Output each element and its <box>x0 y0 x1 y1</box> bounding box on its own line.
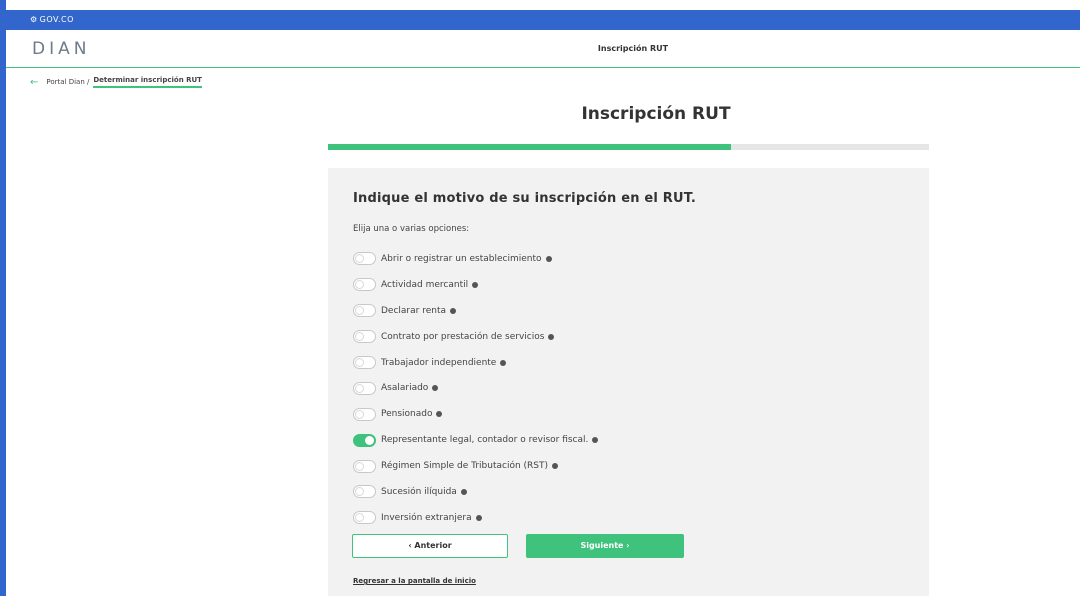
option-label: Inversión extranjera <box>381 512 472 523</box>
option-item[interactable]: Contrato por prestación de servicios <box>353 324 598 350</box>
toggle-knob <box>355 513 364 523</box>
arrow-left-icon[interactable]: ← <box>30 77 38 88</box>
toggle-knob <box>355 409 364 419</box>
info-icon[interactable] <box>472 281 479 288</box>
site-header: DIAN Inscripción RUT <box>6 30 1080 68</box>
option-item[interactable]: Actividad mercantil <box>353 272 598 298</box>
toggle-switch[interactable] <box>353 381 376 395</box>
toggle-switch[interactable] <box>353 330 376 344</box>
info-icon[interactable] <box>548 333 555 340</box>
home-link[interactable]: Regresar a la pantalla de inicio <box>353 577 476 585</box>
info-icon[interactable] <box>552 463 559 470</box>
toggle-knob <box>355 254 364 264</box>
gov-co-label: GOV.CO <box>39 15 74 24</box>
toggle-knob <box>355 358 364 367</box>
gov-co-icon: ⚙ <box>30 15 38 24</box>
toggle-knob <box>355 306 364 316</box>
option-list: Abrir o registrar un establecimiento Acti… <box>353 246 599 531</box>
option-label: Declarar renta <box>381 305 446 316</box>
toggle-switch[interactable] <box>353 433 376 447</box>
toggle-switch[interactable] <box>353 459 376 473</box>
toggle-knob <box>355 280 364 290</box>
gov-co-bar[interactable]: ⚙ GOV.CO <box>0 10 1080 30</box>
next-button[interactable]: Siguiente › <box>526 534 684 558</box>
option-item[interactable]: Pensionado <box>353 401 598 427</box>
info-icon[interactable] <box>460 488 467 495</box>
toggle-switch[interactable] <box>353 278 376 292</box>
option-label: Asalariado <box>381 383 429 394</box>
info-icon[interactable] <box>545 255 552 262</box>
info-icon[interactable] <box>432 385 439 392</box>
option-label: Actividad mercantil <box>381 279 469 290</box>
option-item[interactable]: Abrir o registrar un establecimiento <box>353 246 598 272</box>
question-title: Indique el motivo de su inscripción en e… <box>353 191 696 206</box>
option-item[interactable]: Sucesión ilíquida <box>353 479 598 505</box>
info-icon[interactable] <box>450 307 456 314</box>
info-icon[interactable] <box>500 359 507 366</box>
toggle-knob <box>355 332 364 342</box>
option-item[interactable]: Representante legal, contador o revisor … <box>353 427 599 453</box>
progress-fill <box>328 144 731 150</box>
info-icon[interactable] <box>436 411 443 418</box>
progress-bar <box>328 144 929 150</box>
option-label: Representante legal, contador o revisor … <box>381 435 589 446</box>
option-item[interactable]: Inversión extranjera <box>353 505 598 531</box>
toggle-switch[interactable] <box>353 252 376 266</box>
info-icon[interactable] <box>592 437 599 444</box>
option-item[interactable]: Régimen Simple de Tributación (RST) <box>353 453 598 479</box>
form-card: Indique el motivo de su inscripción en e… <box>328 168 929 596</box>
toggle-knob <box>365 435 374 445</box>
breadcrumb-current: Determinar inscripción RUT <box>93 76 202 88</box>
option-label: Contrato por prestación de servicios <box>381 331 545 342</box>
page-title: Inscripción RUT <box>328 104 928 124</box>
info-icon[interactable] <box>475 514 482 521</box>
toggle-knob <box>355 461 364 471</box>
breadcrumb-parent[interactable]: Portal Dian / <box>46 78 89 86</box>
previous-button[interactable]: ‹ Anterior <box>352 534 508 558</box>
toggle-switch[interactable] <box>353 511 376 525</box>
toggle-switch[interactable] <box>353 356 376 369</box>
option-item[interactable]: Declarar renta <box>353 298 598 324</box>
toggle-knob <box>355 487 364 497</box>
toggle-switch[interactable] <box>353 485 376 499</box>
option-item[interactable]: Trabajador independiente <box>353 350 598 376</box>
toggle-switch[interactable] <box>353 304 376 318</box>
option-label: Sucesión ilíquida <box>381 486 457 497</box>
option-item[interactable]: Asalariado <box>353 375 598 401</box>
toggle-switch[interactable] <box>353 407 376 421</box>
header-title: Inscripción RUT <box>597 44 669 53</box>
toggle-knob <box>355 383 364 393</box>
option-label: Abrir o registrar un establecimiento <box>381 253 542 264</box>
option-label: Pensionado <box>381 409 433 420</box>
question-hint: Elija una o varias opciones: <box>353 224 470 234</box>
option-label: Trabajador independiente <box>381 357 497 368</box>
breadcrumb: ← Portal Dian / Determinar inscripción R… <box>30 76 202 88</box>
option-label: Régimen Simple de Tributación (RST) <box>381 461 549 472</box>
page-title-text: Inscripción RUT <box>581 104 731 124</box>
